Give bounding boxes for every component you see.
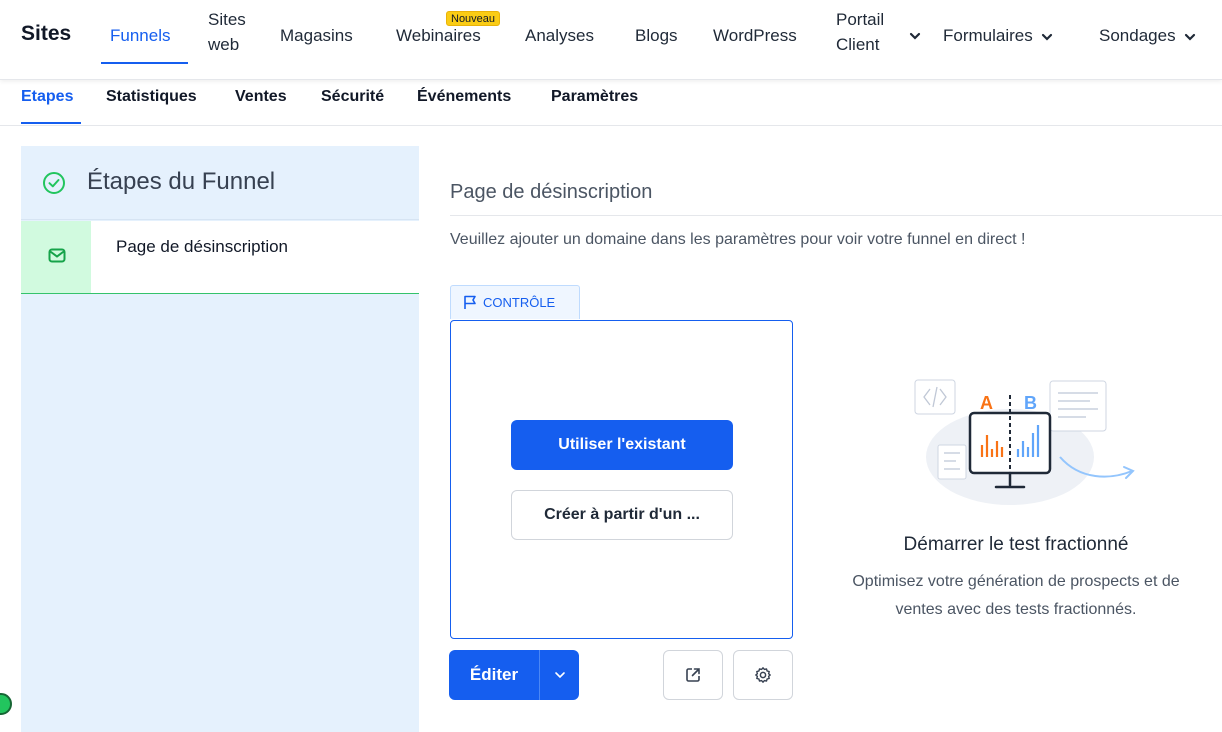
- brand-title: Sites: [21, 22, 72, 45]
- chevron-down-icon: [554, 672, 565, 679]
- mail-icon: [48, 248, 66, 263]
- nav-wordpress[interactable]: WordPress: [713, 22, 797, 50]
- flag-icon: [464, 295, 476, 309]
- nav-funnels[interactable]: Funnels: [110, 22, 170, 50]
- edit-dropdown-toggle[interactable]: [540, 650, 579, 700]
- edit-button-group: Éditer: [449, 650, 579, 700]
- chevron-down-icon: [1041, 23, 1053, 51]
- label-a: A: [980, 393, 993, 413]
- label-b: B: [1024, 393, 1037, 413]
- floating-widget-icon[interactable]: [0, 693, 12, 715]
- split-test-title: Démarrer le test fractionné: [903, 534, 1129, 555]
- funnel-steps-header: Étapes du Funnel: [21, 146, 419, 220]
- nav-blogs[interactable]: Blogs: [635, 22, 678, 50]
- gear-icon: [755, 667, 771, 683]
- domain-notice: Veuillez ajouter un domaine dans les par…: [450, 231, 1026, 248]
- sub-tabs: Etapes Statistiques Ventes Sécurité Évén…: [0, 80, 1222, 126]
- nav-formulaires[interactable]: Formulaires: [943, 22, 1053, 51]
- divider: [450, 215, 1222, 216]
- open-external-button[interactable]: [663, 650, 723, 700]
- create-from-button[interactable]: Créer à partir d'un ...: [511, 490, 733, 540]
- tab-statistiques[interactable]: Statistiques: [106, 88, 197, 106]
- split-test-desc-line2: ventes avec des tests fractionnés.: [895, 601, 1137, 618]
- tab-ventes[interactable]: Ventes: [235, 88, 287, 106]
- nav-sondages[interactable]: Sondages: [1099, 22, 1196, 51]
- step-item[interactable]: Page de désinscription: [21, 221, 419, 294]
- tab-etapes[interactable]: Etapes: [21, 88, 73, 106]
- chevron-down-icon: [1184, 23, 1196, 51]
- funnel-steps-title: Étapes du Funnel: [87, 168, 276, 195]
- nav-magasins[interactable]: Magasins: [280, 22, 353, 50]
- nav-portail-client[interactable]: Portail Client: [836, 7, 884, 57]
- split-test-illustration: A B: [910, 375, 1140, 520]
- page-title: Page de désinscription: [450, 181, 653, 203]
- top-navigation: Sites Funnels Sites web Magasins Nouveau…: [0, 0, 1222, 80]
- use-existing-button[interactable]: Utiliser l'existant: [511, 420, 733, 470]
- nav-portail-line2: Client: [836, 35, 880, 54]
- control-tag: CONTRÔLE: [450, 285, 580, 319]
- nav-portail-line1: Portail: [836, 10, 885, 29]
- nav-sites-web-line2: web: [208, 35, 240, 54]
- nav-sondages-label: Sondages: [1099, 26, 1176, 45]
- split-test-desc-line1: Optimisez votre génération de prospects …: [852, 573, 1180, 590]
- tab-parametres[interactable]: Paramètres: [551, 88, 638, 106]
- step-icon-box: [21, 221, 91, 293]
- settings-button[interactable]: [733, 650, 793, 700]
- variant-card: Utiliser l'existant Créer à partir d'un …: [450, 320, 793, 639]
- tab-securite[interactable]: Sécurité: [321, 88, 384, 106]
- chevron-down-icon[interactable]: [909, 28, 921, 46]
- split-test-description: Optimisez votre génération de prospects …: [810, 568, 1222, 624]
- nav-sites-web[interactable]: Sites web: [208, 7, 246, 57]
- nav-sites-web-line1: Sites: [208, 10, 246, 29]
- nav-analyses[interactable]: Analyses: [525, 22, 594, 50]
- funnel-steps-panel: Étapes du Funnel Page de désinscription: [21, 146, 419, 732]
- external-link-icon: [686, 668, 700, 682]
- nav-active-indicator: [101, 62, 188, 64]
- nav-formulaires-label: Formulaires: [943, 26, 1033, 45]
- edit-button[interactable]: Éditer: [449, 650, 539, 700]
- tab-evenements[interactable]: Événements: [417, 88, 511, 106]
- control-tag-label: CONTRÔLE: [483, 295, 556, 310]
- check-circle-icon: [42, 171, 66, 200]
- step-label: Page de désinscription: [116, 237, 289, 256]
- tab-active-indicator: [21, 122, 81, 124]
- nav-webinaires[interactable]: Webinaires: [396, 22, 481, 50]
